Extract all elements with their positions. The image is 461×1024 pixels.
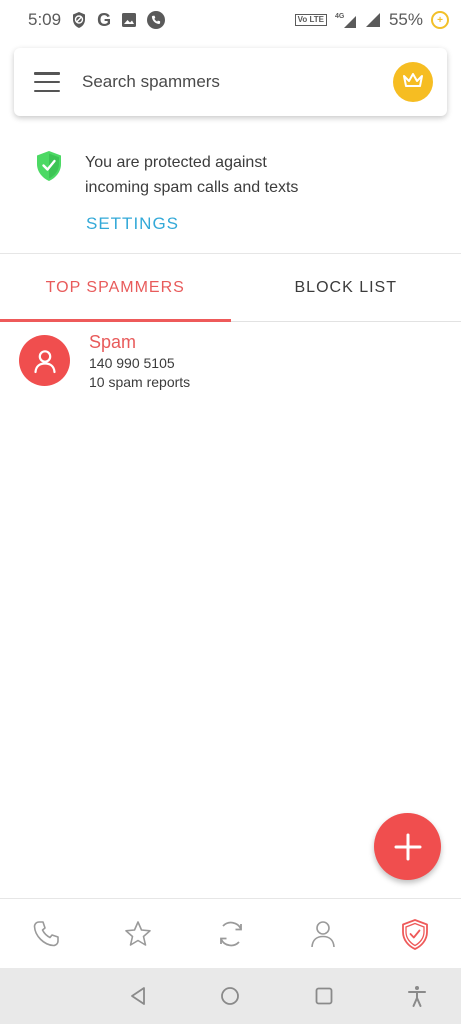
spammer-reports: 10 spam reports — [89, 374, 191, 390]
status-bar: 5:09 G Vo LTE 4G 55% + — [0, 0, 461, 40]
add-button[interactable] — [374, 813, 441, 880]
shield-check-icon — [402, 918, 428, 950]
tab-bar: TOP SPAMMERS BLOCK LIST — [0, 254, 461, 322]
spammer-name: Spam — [89, 332, 137, 352]
image-icon — [121, 12, 137, 28]
nav-favorites[interactable] — [92, 899, 184, 968]
battery-saver-icon: + — [431, 11, 449, 29]
star-icon — [125, 920, 152, 946]
network-label: 4G — [335, 13, 345, 20]
protection-message: You are protected against incoming spam … — [85, 150, 415, 200]
list-item[interactable]: Spam 140 990 5105 10 spam reports — [0, 326, 461, 396]
person-icon — [33, 349, 56, 373]
system-nav-bar — [0, 968, 461, 1024]
sync-icon — [219, 921, 242, 946]
search-input[interactable] — [82, 72, 393, 92]
recents-icon[interactable] — [310, 982, 338, 1010]
crown-icon — [401, 70, 425, 95]
menu-icon[interactable] — [34, 72, 60, 92]
nav-sync[interactable] — [184, 899, 276, 968]
nav-contacts[interactable] — [277, 899, 369, 968]
settings-link[interactable]: SETTINGS — [86, 214, 179, 234]
status-left: 5:09 G — [28, 9, 166, 31]
person-icon — [310, 920, 335, 947]
shield-check-icon — [36, 150, 62, 187]
spammer-number: 140 990 5105 — [89, 355, 175, 371]
volte-badge: Vo LTE — [294, 14, 327, 26]
status-time: 5:09 — [28, 10, 62, 29]
avatar — [19, 335, 70, 386]
tab-top-spammers[interactable]: TOP SPAMMERS — [0, 254, 231, 322]
signal-icon: 4G — [335, 11, 357, 29]
plus-icon — [394, 833, 421, 860]
tab-block-list[interactable]: BLOCK LIST — [231, 254, 461, 321]
back-icon[interactable] — [124, 982, 152, 1010]
premium-button[interactable] — [393, 62, 433, 102]
protection-banner: You are protected against incoming spam … — [0, 130, 461, 254]
shield-no-icon — [71, 11, 87, 29]
google-icon: G — [97, 9, 112, 30]
status-right: Vo LTE 4G 55% + — [294, 10, 449, 30]
signal-bars-icon — [365, 12, 381, 28]
search-bar — [14, 48, 447, 116]
phone-icon — [147, 11, 166, 29]
home-icon[interactable] — [216, 982, 244, 1010]
protection-line-1: You are protected against — [85, 154, 267, 171]
accessibility-icon[interactable] — [403, 982, 431, 1010]
nav-spam-protection[interactable] — [369, 899, 461, 968]
phone-icon — [33, 920, 59, 946]
nav-calls[interactable] — [0, 899, 92, 968]
battery-percent: 55% — [388, 10, 423, 29]
bottom-nav — [0, 898, 461, 968]
protection-line-2: incoming spam calls and texts — [85, 179, 299, 196]
